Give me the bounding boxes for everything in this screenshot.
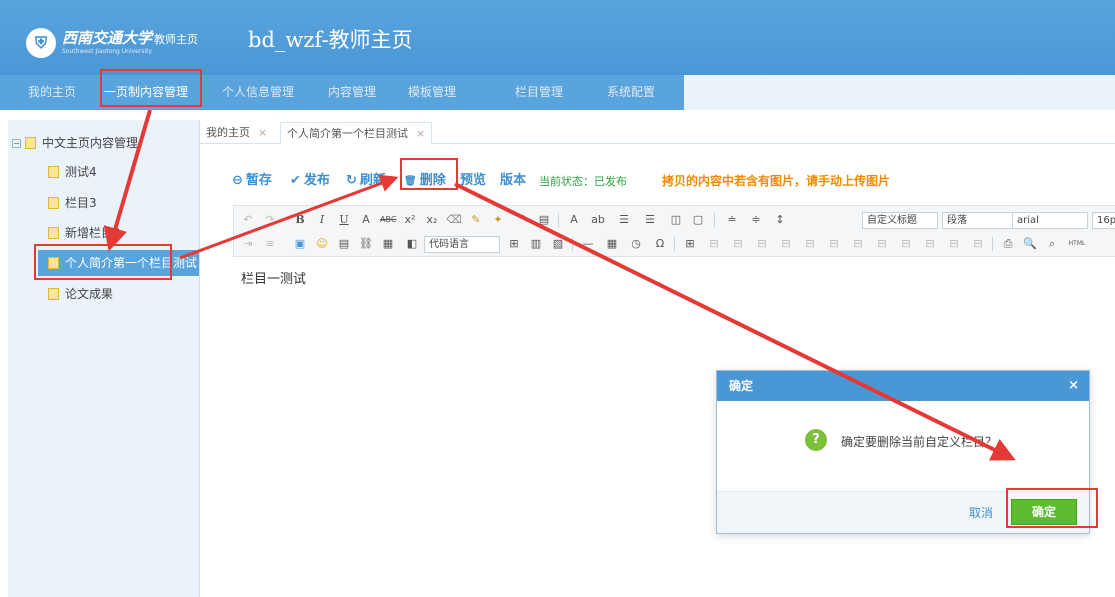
arrow-nav-to-tree [103,109,152,252]
annotation-arrows [103,109,1016,461]
arrow-tree-to-delete [179,174,399,260]
arrow-delete-to-dialog [454,182,1016,461]
